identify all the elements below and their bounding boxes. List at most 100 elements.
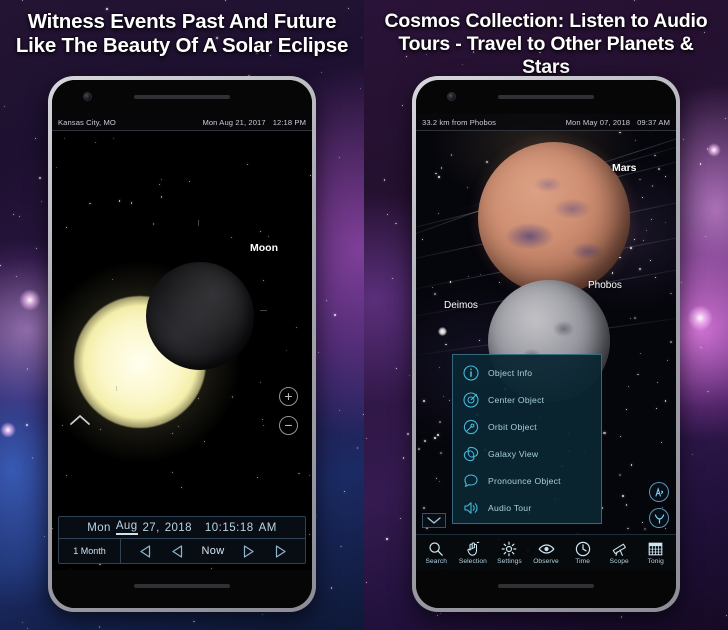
triangle-left-icon (139, 544, 150, 558)
right-phone-bottom-bezel (416, 570, 676, 608)
meridiem-field[interactable]: AM (259, 522, 277, 534)
target-icon (462, 391, 479, 408)
object-context-menu[interactable]: Object Info Center Object Orbit Object G… (452, 354, 602, 524)
toolbar-label: Tonig (647, 558, 664, 565)
toolbar-label: Scope (609, 558, 629, 565)
context-menu-item-pronounce-object[interactable]: Pronounce Object (453, 467, 601, 494)
time-step-label: 1 Month (73, 546, 106, 556)
toolbar-item-time[interactable]: Time (564, 540, 601, 565)
context-menu-item-orbit-object[interactable]: Orbit Object (453, 413, 601, 440)
left-time-label: 12:18 PM (272, 117, 306, 127)
chevron-up-icon (70, 415, 90, 425)
app-store-screenshot-pair: Witness Events Past And Future Like The … (0, 0, 728, 630)
left-promo-panel: Witness Events Past And Future Like The … (0, 0, 364, 630)
forward-fast-button[interactable] (273, 544, 288, 559)
zodiac-icon-button[interactable] (649, 508, 669, 528)
toolbar-item-scope[interactable]: Scope (601, 540, 638, 565)
toolbar-label: Search (425, 558, 448, 565)
deimos-label: Deimos (444, 300, 478, 311)
context-menu-item-galaxy-view[interactable]: Galaxy View (453, 440, 601, 467)
right-headline-line1: Cosmos Collection: Listen to Audio (384, 10, 708, 32)
datetime-display[interactable]: Mon Aug 27, 2018 10:15:18 AM (59, 517, 305, 539)
mars-label: Mars (612, 162, 637, 174)
plus-icon: + (284, 388, 293, 404)
toolbar-item-search[interactable]: Search (418, 540, 455, 565)
left-headline-line2: Like The Beauty Of A Solar Eclipse (15, 34, 349, 58)
collapse-panel-button[interactable] (422, 513, 446, 528)
context-menu-label: Galaxy View (488, 448, 539, 459)
phobos-label: Phobos (588, 280, 622, 291)
context-menu-label: Orbit Object (488, 421, 537, 432)
now-button[interactable]: Now (202, 545, 225, 557)
moon-disc[interactable] (146, 262, 254, 370)
toolbar-item-observe[interactable]: Observe (528, 540, 565, 565)
info-icon (462, 364, 479, 381)
rewind-fast-button[interactable] (138, 544, 153, 559)
clock-field[interactable]: 10:15:18 (205, 522, 254, 534)
zoom-in-button[interactable]: + (279, 387, 298, 406)
forward-button[interactable] (241, 544, 256, 559)
left-date-label: Mon Aug 21, 2017 (202, 117, 266, 127)
eye-icon (538, 540, 555, 557)
right-phone-mockup: Mars Phobos Deimos 33.2 km from Phobos M… (412, 76, 680, 612)
deimos-point[interactable] (438, 327, 447, 336)
year-field[interactable]: 2018 (165, 522, 192, 534)
bottom-speaker (134, 584, 230, 588)
speech-icon (462, 472, 479, 489)
right-headline: Cosmos Collection: Listen to Audio Tours… (364, 0, 728, 79)
left-headline-line1: Witness Events Past And Future (27, 10, 337, 33)
time-control-panel[interactable]: Mon Aug 27, 2018 10:15:18 AM 1 Month Now (58, 516, 306, 564)
time-step-selector[interactable]: 1 Month (59, 539, 121, 563)
time-transport-row[interactable]: 1 Month Now (59, 539, 305, 563)
constellation-icon-button[interactable] (649, 482, 669, 502)
right-promo-panel: Cosmos Collection: Listen to Audio Tours… (364, 0, 728, 630)
clock-icon (575, 540, 591, 557)
triangle-right-icon (244, 544, 255, 558)
orbit-icon (462, 418, 479, 435)
left-headline: Witness Events Past And Future Like The … (0, 0, 364, 58)
expand-panel-button[interactable] (69, 414, 91, 426)
app-bottom-toolbar[interactable]: Search Selection Settings Observe Time S… (416, 534, 676, 570)
left-phone-screen: Moon Kansas City, MO Mon Aug 21, 2017 12… (52, 114, 312, 570)
month-field[interactable]: Aug (115, 520, 138, 535)
hand-icon (465, 540, 481, 557)
gear-icon (501, 540, 517, 557)
left-sky-view[interactable]: Moon (52, 114, 312, 570)
zoom-out-button[interactable]: − (279, 416, 298, 435)
mars-disc[interactable] (478, 142, 630, 294)
bottom-speaker (498, 584, 594, 588)
right-phone-screen: Mars Phobos Deimos 33.2 km from Phobos M… (416, 114, 676, 570)
toolbar-item-tonight[interactable]: Tonig (637, 540, 674, 565)
rewind-button[interactable] (170, 544, 185, 559)
toolbar-label: Selection (458, 558, 487, 565)
left-app-statusbar: Kansas City, MO Mon Aug 21, 2017 12:18 P… (52, 114, 312, 131)
context-menu-item-audio-tour[interactable]: Audio Tour (453, 494, 601, 521)
left-phone-mockup: Moon Kansas City, MO Mon Aug 21, 2017 12… (48, 76, 316, 612)
moon-label: Moon (250, 242, 278, 254)
constellation-icon (654, 486, 663, 497)
right-time-label: 09:37 AM (637, 117, 670, 127)
right-location-label: 33.2 km from Phobos (422, 117, 497, 127)
day-field[interactable]: 27, (143, 522, 160, 534)
weekday-field[interactable]: Mon (87, 522, 111, 534)
sky-tick-mark (260, 310, 267, 311)
context-menu-item-center-object[interactable]: Center Object (453, 386, 601, 413)
calendar-icon (648, 540, 663, 557)
search-icon (428, 540, 444, 557)
front-camera-icon (84, 93, 91, 100)
galaxy-icon (462, 445, 479, 462)
speaker-icon (462, 499, 479, 516)
left-phone-top-bezel (52, 80, 312, 114)
chevron-down-icon (427, 517, 441, 524)
triangle-right-icon (276, 544, 287, 558)
left-location-label: Kansas City, MO (58, 117, 116, 127)
zodiac-icon (654, 513, 664, 524)
context-menu-item-object-info[interactable]: Object Info (453, 359, 601, 386)
right-headline-line2: Tours - Travel to Other Planets & Stars (398, 33, 694, 78)
right-app-statusbar: 33.2 km from Phobos Mon May 07, 2018 09:… (416, 114, 676, 131)
earpiece-speaker (134, 95, 230, 99)
toolbar-item-settings[interactable]: Settings (491, 540, 528, 565)
toolbar-label: Time (575, 558, 590, 565)
toolbar-item-selection[interactable]: Selection (455, 540, 492, 565)
context-menu-label: Audio Tour (488, 502, 532, 513)
